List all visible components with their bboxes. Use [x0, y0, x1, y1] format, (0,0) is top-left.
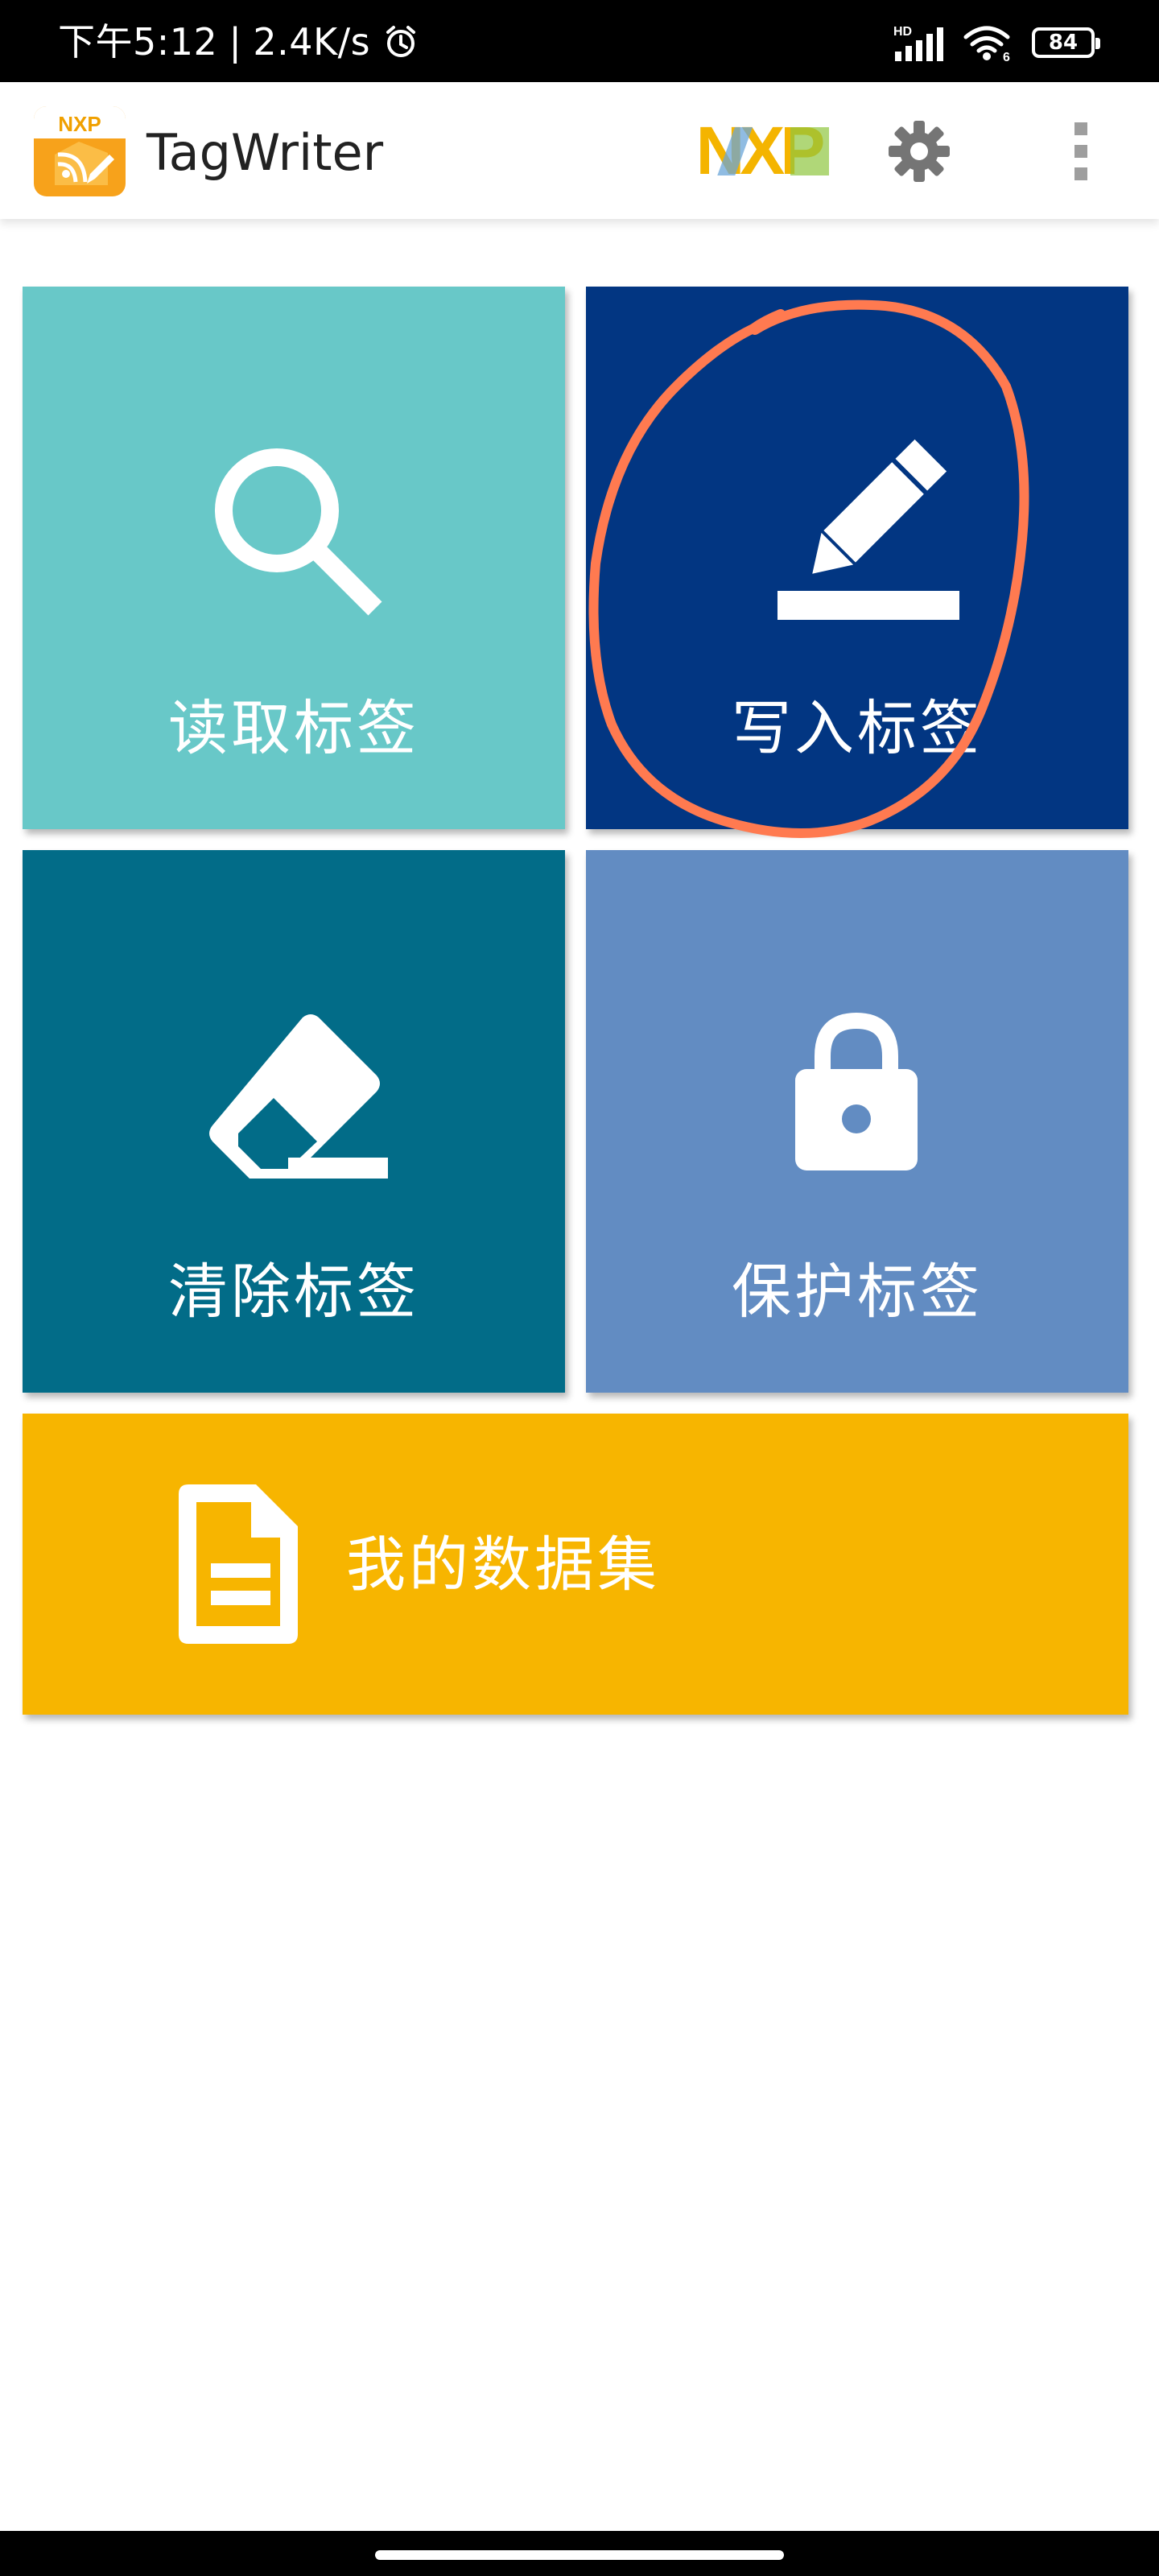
read-tag-label: 读取标签	[168, 694, 419, 763]
status-net-speed: 2.4K/s	[253, 20, 371, 64]
gear-icon[interactable]	[885, 118, 953, 185]
status-left: 下午5:12 | 2.4K/s	[58, 19, 420, 64]
battery-nub	[1095, 38, 1100, 49]
signal-icon: HD	[893, 25, 943, 61]
my-dataset-tile[interactable]: 我的数据集	[23, 1414, 1128, 1715]
search-icon	[215, 448, 382, 616]
document-icon	[179, 1484, 298, 1644]
status-right: HD 6 84	[892, 21, 1100, 64]
lock-icon	[795, 1012, 918, 1170]
alarm-icon	[386, 26, 416, 57]
screen: 下午5:12 | 2.4K/s HD 6 84 NXP TagWriter NX…	[0, 0, 1159, 2576]
status-bar: 下午5:12 | 2.4K/s HD 6 84	[0, 0, 1159, 82]
protect-tag-label: 保护标签	[732, 1257, 983, 1327]
svg-text:HD: HD	[893, 25, 912, 39]
protect-tag-tile[interactable]: 保护标签	[586, 850, 1128, 1393]
nxp-logo: NXP	[696, 121, 829, 182]
svg-text:6: 6	[1003, 51, 1010, 63]
app-title: TagWriter	[146, 123, 384, 182]
eraser-icon	[209, 1014, 388, 1179]
write-tag-label: 写入标签	[732, 694, 983, 763]
battery-level: 84	[1048, 31, 1079, 55]
svg-text:NXP: NXP	[58, 112, 101, 136]
home-gesture-handle[interactable]	[375, 2550, 784, 2560]
navigation-bar	[0, 2531, 1159, 2576]
wifi-icon: 6	[963, 26, 1010, 63]
more-vert-icon[interactable]	[1061, 118, 1101, 185]
app-logo-icon: NXP	[34, 106, 126, 196]
read-tag-tile[interactable]: 读取标签	[23, 287, 565, 829]
app-bar: NXP TagWriter NXP	[0, 82, 1159, 219]
status-separator: |	[229, 20, 242, 64]
battery-icon: 84	[1032, 27, 1100, 58]
erase-tag-label: 清除标签	[168, 1257, 419, 1327]
erase-tag-tile[interactable]: 清除标签	[23, 850, 565, 1393]
pencil-icon	[777, 439, 959, 620]
status-time: 下午5:12	[58, 20, 218, 64]
write-tag-tile[interactable]: 写入标签	[586, 287, 1128, 829]
my-dataset-label: 我的数据集	[346, 1530, 660, 1600]
